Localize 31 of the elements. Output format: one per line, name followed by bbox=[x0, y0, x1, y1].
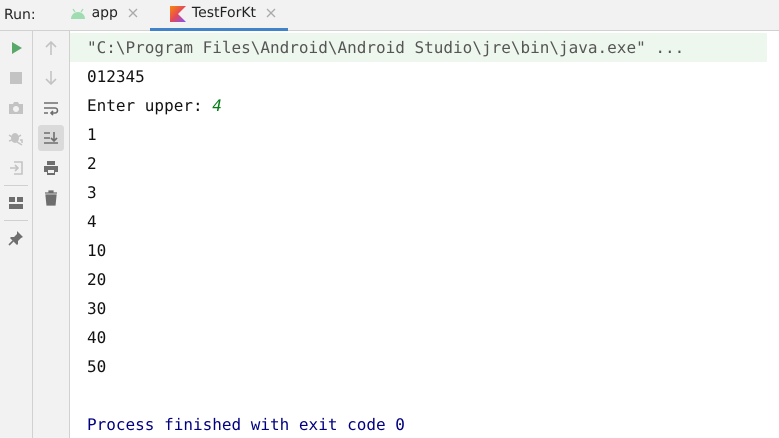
output-line: 20 bbox=[86, 269, 108, 291]
output-line: 1 bbox=[86, 124, 98, 146]
scroll-to-end-icon bbox=[43, 130, 59, 146]
stop-icon bbox=[8, 70, 24, 86]
typed-value: 4 bbox=[212, 96, 222, 115]
kotlin-icon bbox=[170, 6, 186, 22]
android-icon bbox=[70, 8, 86, 19]
exit-icon bbox=[8, 160, 24, 176]
output-line: 3 bbox=[86, 182, 98, 204]
tab[interactable]: TestForKt bbox=[150, 0, 288, 30]
run-label: Run: bbox=[3, 6, 37, 24]
soft-wrap-icon bbox=[43, 100, 59, 116]
output-line: 2 bbox=[86, 153, 98, 175]
tab[interactable]: app bbox=[50, 0, 150, 30]
pin-icon bbox=[8, 230, 24, 246]
up-arrow-icon bbox=[43, 40, 59, 56]
output-line: 50 bbox=[86, 356, 108, 378]
output-line: 40 bbox=[86, 327, 108, 349]
output-line: 30 bbox=[86, 298, 108, 320]
trash-icon bbox=[43, 190, 59, 206]
printer-icon bbox=[43, 160, 59, 176]
bug-icon bbox=[8, 130, 24, 146]
down-arrow-icon bbox=[43, 70, 59, 86]
exit-message: Process finished with exit code 0 bbox=[86, 414, 406, 436]
camera-icon bbox=[8, 100, 24, 116]
output-line: 012345 bbox=[86, 66, 146, 88]
prompt-text: Enter upper: bbox=[87, 96, 203, 115]
output-line: 10 bbox=[86, 240, 108, 262]
scroll-to-end-button[interactable] bbox=[38, 125, 64, 151]
output-line: 4 bbox=[86, 211, 98, 233]
layout-icon bbox=[8, 195, 24, 211]
